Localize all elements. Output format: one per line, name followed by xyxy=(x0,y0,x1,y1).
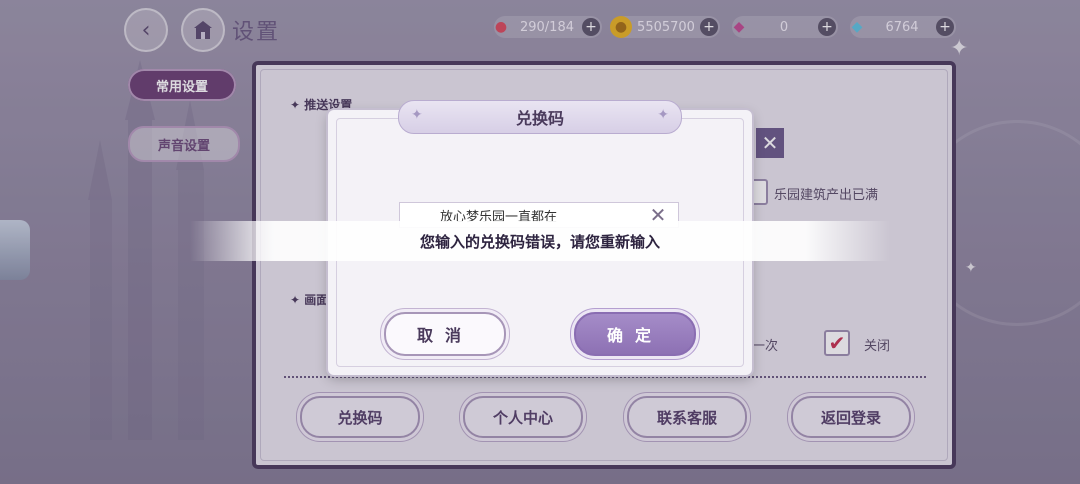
star-icon: ✦ xyxy=(657,107,669,123)
error-toast: 您输入的兑换码错误，请您重新输入 xyxy=(190,221,890,261)
dialog-title-banner: ✦ 兑换码 ✦ xyxy=(398,100,682,134)
dialog-title: 兑换码 xyxy=(515,109,564,128)
cancel-button[interactable]: 取消 xyxy=(384,312,506,356)
star-icon: ✦ xyxy=(411,107,423,123)
confirm-button[interactable]: 确定 xyxy=(574,312,696,356)
